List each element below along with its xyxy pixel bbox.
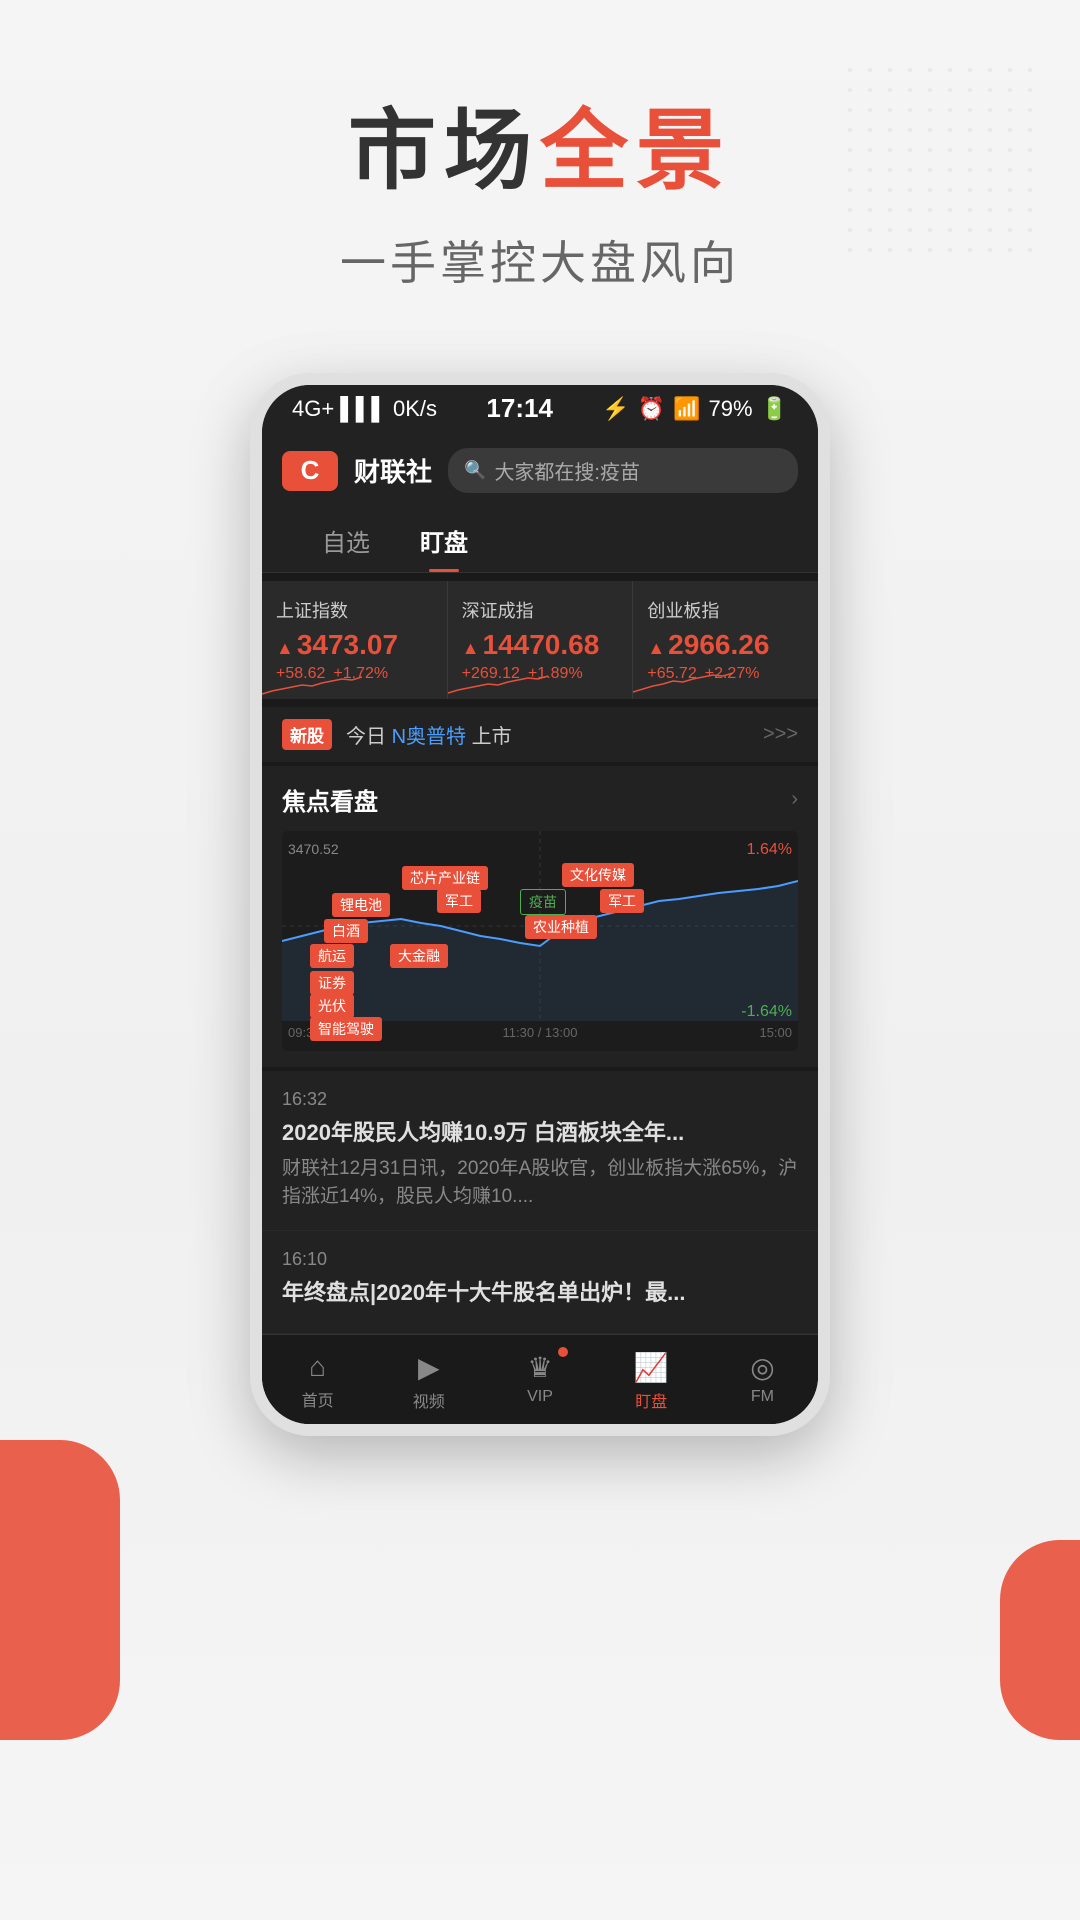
status-left: 4G+ ▌▌▌ 0K/s: [292, 396, 437, 422]
focus-section: 焦点看盘 › 3470.52 1.64% -1.64%: [262, 766, 818, 1067]
app-header: C 财联社 🔍 大家都在搜:疫苗: [262, 432, 818, 509]
chart-pct-neg: -1.64%: [741, 1003, 792, 1021]
home-icon: ⌂: [309, 1351, 326, 1383]
alarm-icon: ⏰: [638, 396, 665, 422]
nav-label-video: 视频: [413, 1388, 445, 1412]
nav-item-vip[interactable]: ♛ VIP: [484, 1345, 595, 1418]
focus-header: 焦点看盘 ›: [282, 782, 798, 817]
chart-y-top-label: 3470.52: [288, 841, 339, 857]
stock-tag-shipping[interactable]: 航运: [310, 944, 354, 968]
dot-pattern-decoration: [840, 60, 1040, 260]
news-section: 16:32 2020年股民人均赚10.9万 白酒板块全年... 财联社12月31…: [262, 1071, 818, 1334]
stock-tag-autodrive[interactable]: 智能驾驶: [310, 1017, 382, 1041]
dingpan-icon: 📈: [634, 1351, 669, 1384]
fm-icon: ◎: [750, 1351, 774, 1384]
news-time-1: 16:10: [282, 1249, 798, 1270]
news-item-1[interactable]: 16:10 年终盘点|2020年十大牛股名单出炉！最...: [262, 1231, 818, 1334]
search-bar[interactable]: 🔍 大家都在搜:疫苗: [448, 448, 798, 493]
nav-label-vip: VIP: [527, 1388, 553, 1406]
index-card-shzs[interactable]: 上证指数 ▲3473.07 +58.62 +1.72%: [262, 581, 448, 699]
index-value-1: ▲14470.68: [462, 629, 619, 661]
title-part1: 市场: [348, 101, 540, 200]
nav-item-fm[interactable]: ◎ FM: [707, 1345, 818, 1418]
status-time: 17:14: [486, 393, 553, 424]
new-stock-tag: 新股: [282, 719, 332, 750]
battery-level: 79%: [709, 396, 753, 422]
nav-item-home[interactable]: ⌂ 首页: [262, 1345, 373, 1418]
new-stock-banner[interactable]: 新股 今日 N奥普特 上市 >>>: [262, 707, 818, 762]
status-right: ⚡ ⏰ 📶 79% 🔋: [602, 396, 788, 422]
news-title-0: 2020年股民人均赚10.9万 白酒板块全年...: [282, 1118, 798, 1149]
app-content: C 财联社 🔍 大家都在搜:疫苗 自选 盯盘: [262, 432, 818, 1424]
stock-tag-bigfinance[interactable]: 大金融: [390, 944, 448, 968]
tab-dingpan[interactable]: 盯盘: [420, 509, 468, 572]
new-stock-arrow-icon: >>>: [763, 723, 798, 746]
title-highlight: 全景: [540, 101, 732, 200]
app-logo: C: [282, 451, 338, 491]
phone-container: 4G+ ▌▌▌ 0K/s 17:14 ⚡ ⏰ 📶 79% 🔋 C: [0, 373, 1080, 1436]
app-tabs: 自选 盯盘: [262, 509, 818, 573]
index-cards: 上证指数 ▲3473.07 +58.62 +1.72% 深证成: [262, 581, 818, 699]
news-summary-0: 财联社12月31日讯，2020年A股收官，创业板指大涨65%，沪指涨近14%，股…: [282, 1155, 798, 1212]
bluetooth-icon: ⚡: [602, 396, 629, 422]
tab-zixuan[interactable]: 自选: [322, 509, 370, 572]
search-icon: 🔍: [464, 460, 486, 481]
index-card-szcz[interactable]: 深证成指 ▲14470.68 +269.12 +1.89%: [448, 581, 634, 699]
nav-item-video[interactable]: ▶ 视频: [373, 1345, 484, 1418]
stock-tag-military2[interactable]: 军工: [600, 889, 644, 913]
vip-badge: [558, 1347, 568, 1357]
stock-tag-solar[interactable]: 光伏: [310, 994, 354, 1018]
index-name-2: 创业板指: [647, 597, 804, 623]
news-title-1: 年终盘点|2020年十大牛股名单出炉！最...: [282, 1278, 798, 1309]
search-placeholder-text: 大家都在搜:疫苗: [494, 456, 640, 485]
nav-label-fm: FM: [751, 1388, 774, 1406]
news-item-0[interactable]: 16:32 2020年股民人均赚10.9万 白酒板块全年... 财联社12月31…: [262, 1071, 818, 1231]
focus-more-icon[interactable]: ›: [791, 788, 798, 811]
phone-mockup: 4G+ ▌▌▌ 0K/s 17:14 ⚡ ⏰ 📶 79% 🔋 C: [250, 373, 830, 1436]
stock-tag-agri[interactable]: 农业种植: [525, 915, 597, 939]
chart-container[interactable]: 3470.52 1.64% -1.64%: [282, 831, 798, 1051]
stock-tag-chip[interactable]: 芯片产业链: [402, 866, 488, 890]
index-card-cyb[interactable]: 创业板指 ▲2966.26 +65.72 +2.27%: [633, 581, 818, 699]
chart-x-label-mid: 11:30 / 13:00: [503, 1025, 578, 1040]
wifi-icon: 📶: [673, 396, 700, 422]
index-value-0: ▲3473.07: [276, 629, 433, 661]
stock-tag-military1[interactable]: 军工: [437, 889, 481, 913]
chart-x-label-end: 15:00: [759, 1025, 792, 1040]
stock-tag-culture[interactable]: 文化传媒: [562, 863, 634, 887]
news-time-0: 16:32: [282, 1089, 798, 1110]
stock-tag-securities[interactable]: 证券: [310, 971, 354, 995]
status-bar: 4G+ ▌▌▌ 0K/s 17:14 ⚡ ⏰ 📶 79% 🔋: [262, 385, 818, 432]
vip-icon: ♛: [527, 1351, 552, 1384]
battery-icon: 🔋: [761, 396, 788, 422]
new-stock-text: 今日 N奥普特 上市: [346, 720, 512, 749]
chart-pct-pos: 1.64%: [747, 841, 792, 859]
video-icon: ▶: [418, 1351, 440, 1384]
index-name-0: 上证指数: [276, 597, 433, 623]
page-background: 市场全景 一手掌控大盘风向 4G+ ▌▌▌ 0K/s 17:14 ⚡ ⏰ 📶 7…: [0, 0, 1080, 1920]
stock-tag-baijiu[interactable]: 白酒: [324, 919, 368, 943]
nav-label-home: 首页: [302, 1387, 334, 1411]
index-name-1: 深证成指: [462, 597, 619, 623]
stock-tag-vaccine[interactable]: 疫苗: [520, 889, 566, 915]
index-value-2: ▲2966.26: [647, 629, 804, 661]
app-name: 财联社: [354, 452, 432, 489]
new-stock-name: N奥普特: [392, 726, 466, 748]
nav-label-dingpan: 盯盘: [635, 1388, 667, 1412]
data-speed: 0K/s: [393, 396, 437, 422]
nav-item-dingpan[interactable]: 📈 盯盘: [596, 1345, 707, 1418]
corner-decoration-bottom-right: [1000, 1540, 1080, 1740]
network-type: 4G+: [292, 396, 334, 422]
corner-decoration-bottom-left: [0, 1440, 120, 1740]
stock-tag-lithium[interactable]: 锂电池: [332, 893, 390, 917]
bottom-nav: ⌂ 首页 ▶ 视频 ♛ VIP 📈 盯盘: [262, 1334, 818, 1424]
focus-title: 焦点看盘: [282, 782, 378, 817]
signal-strength: ▌▌▌: [340, 396, 387, 422]
